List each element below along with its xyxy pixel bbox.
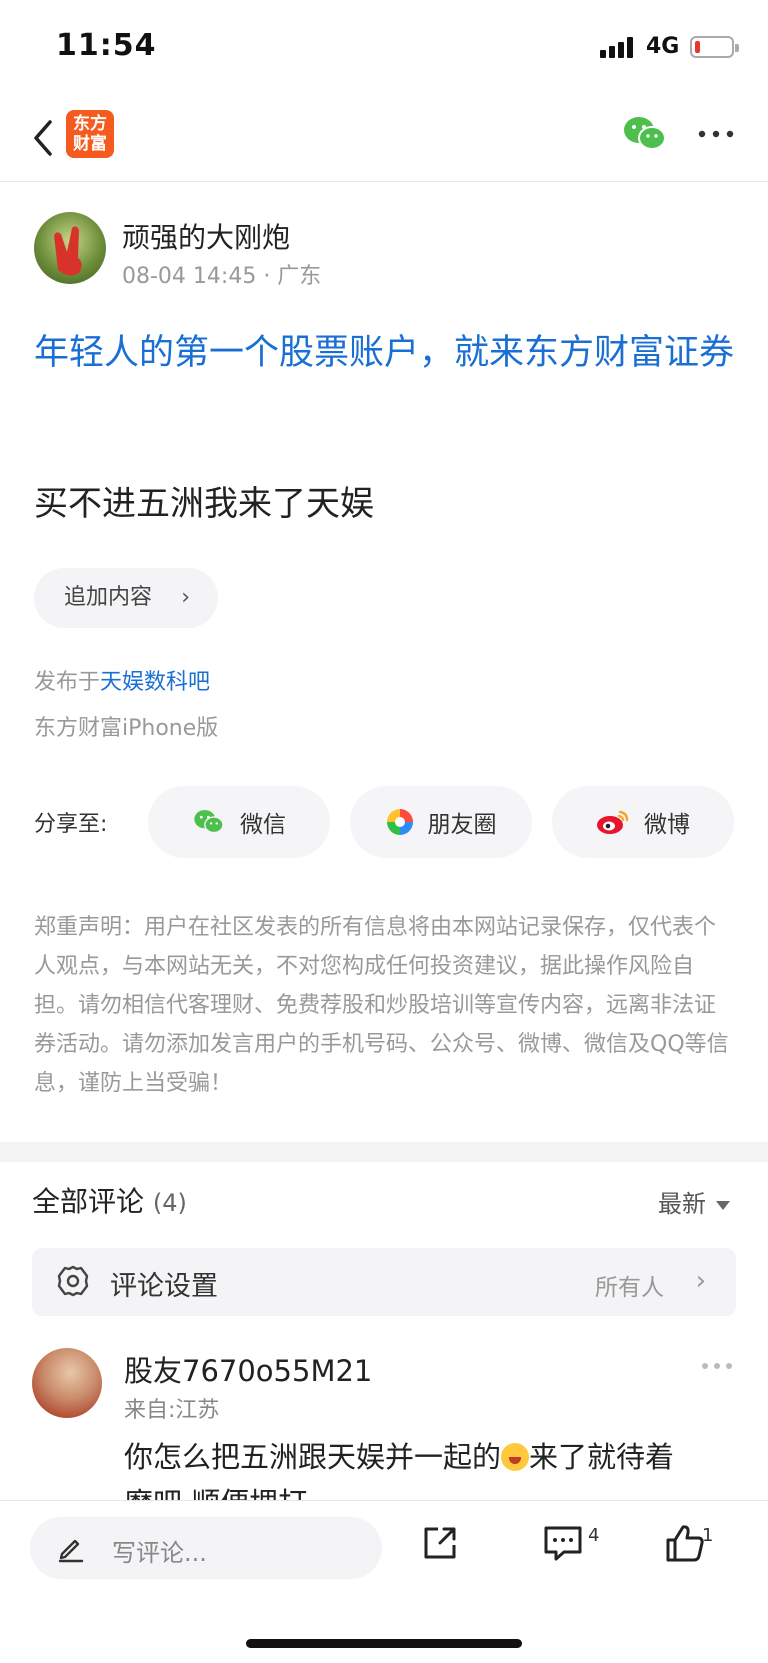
pencil-icon [56, 1533, 86, 1567]
commenter-name[interactable]: 股友7670o55M21 [124, 1348, 372, 1390]
weibo-icon [597, 810, 629, 834]
share-label: 分享至: [34, 812, 108, 837]
sort-dropdown[interactable]: 最新 [658, 1184, 730, 1219]
wechat-share-icon[interactable] [622, 114, 668, 158]
battery-icon [690, 36, 739, 58]
comment-more-icon[interactable] [700, 1358, 734, 1377]
wechat-icon [194, 810, 224, 834]
more-options-icon[interactable] [696, 124, 736, 144]
like-count-badge: 1 [702, 1525, 714, 1546]
comment-item: 股友7670o55M21 来自:江苏 你怎么把五洲跟天娱并一起的来了就待着 磨吧… [32, 1348, 736, 1508]
gear-icon [56, 1264, 90, 1302]
disclaimer-text: 郑重声明：用户在社区发表的所有信息将由本网站记录保存，仅代表个人观点，与本网站无… [34, 915, 729, 1096]
share-icon [424, 1527, 456, 1559]
post-content: 买不进五洲我来了天娱 [34, 484, 374, 524]
comment-bubble-icon [544, 1526, 582, 1561]
home-indicator[interactable] [246, 1639, 522, 1648]
top-nav-bar: 东方 财富 [0, 98, 768, 182]
signal-icon [600, 36, 633, 58]
forum-link[interactable]: 天娱数科吧 [100, 670, 210, 695]
author-avatar[interactable] [34, 212, 106, 284]
author-name[interactable]: 顽强的大刚炮 [122, 216, 290, 256]
status-time: 11:54 [56, 28, 157, 63]
commenter-avatar[interactable] [32, 1348, 102, 1418]
client-source: 东方财富iPhone版 [34, 716, 219, 741]
network-type: 4G [646, 34, 680, 59]
comments-count: (4) [152, 1189, 187, 1217]
bottom-action-bar: 写评论... 4 1 [0, 1500, 768, 1663]
share-button[interactable] [420, 1523, 460, 1567]
section-divider [0, 1142, 768, 1162]
write-comment-input[interactable]: 写评论... [30, 1517, 382, 1579]
comments-button[interactable] [542, 1523, 584, 1567]
post-author: 顽强的大刚炮 08-04 14:45 · 广东 [34, 212, 734, 292]
post-meta: 08-04 14:45 · 广东 [122, 264, 322, 289]
app-logo[interactable]: 东方 财富 [66, 110, 114, 158]
ad-link[interactable]: 年轻人的第一个股票账户，就来东方财富证券 [34, 326, 734, 381]
comment-settings-label: 评论设置 [110, 1271, 218, 1302]
share-moments-button[interactable]: 朋友圈 [350, 786, 532, 858]
write-comment-placeholder: 写评论... [112, 1539, 207, 1567]
caret-down-icon [716, 1200, 730, 1210]
share-weibo-button[interactable]: 微博 [552, 786, 734, 858]
add-content-button[interactable]: 追加内容 › [34, 568, 218, 628]
thumbs-up-icon [666, 1525, 704, 1562]
status-bar: 11:54 4G [0, 0, 768, 96]
share-wechat-button[interactable]: 微信 [148, 786, 330, 858]
chevron-left-icon [34, 120, 52, 156]
laughing-emoji-icon [501, 1443, 530, 1471]
published-in: 发布于天娱数科吧 [34, 670, 211, 695]
comment-settings-value: 所有人 [595, 1275, 664, 1301]
comment-count-badge: 4 [588, 1525, 600, 1546]
chevron-right-icon: › [181, 585, 190, 610]
comments-title: 全部评论 (4) [32, 1185, 187, 1218]
moments-icon [386, 809, 413, 835]
comment-settings-row[interactable]: 评论设置 所有人 › [32, 1248, 736, 1316]
comment-text: 你怎么把五洲跟天娱并一起的来了就待着 磨吧 顺便埋打 [124, 1440, 675, 1500]
back-button[interactable] [26, 116, 66, 156]
like-button[interactable] [664, 1523, 706, 1567]
commenter-location: 来自:江苏 [124, 1398, 220, 1423]
chevron-right-icon: › [695, 1266, 706, 1296]
